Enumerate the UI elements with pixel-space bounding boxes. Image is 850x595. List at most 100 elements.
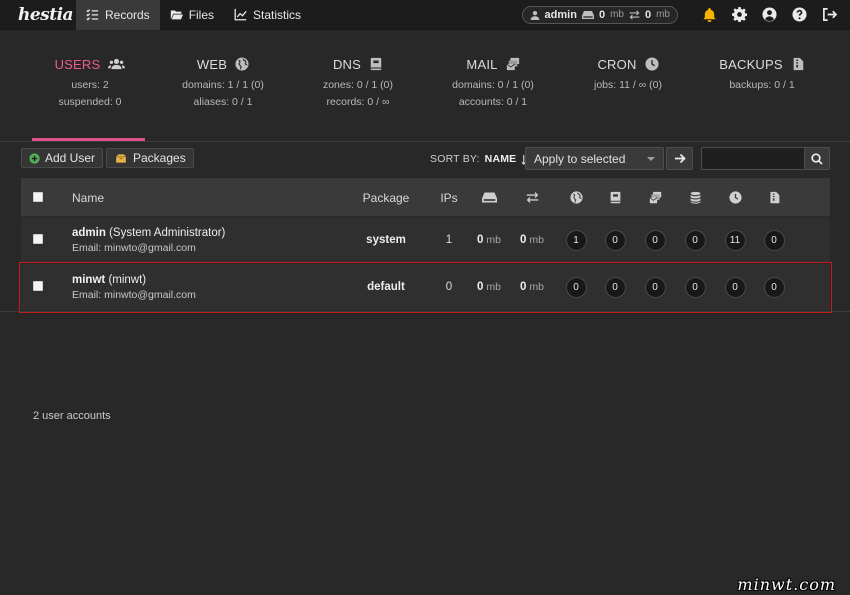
stat-users-title: USERS (54, 56, 101, 72)
dns-zones-count: 0 (604, 276, 626, 298)
nav-files-label: Files (188, 7, 215, 22)
exchange-icon (526, 192, 538, 203)
disk-value: 0 (477, 281, 484, 293)
user-disk: 0 mb (469, 264, 509, 310)
chevron-down-icon (647, 156, 655, 161)
book-icon (370, 57, 382, 71)
clock-icon (728, 191, 742, 204)
disk-usage-unit: mb (610, 9, 624, 20)
column-bandwidth (519, 178, 545, 217)
help-button[interactable] (784, 0, 814, 30)
notifications-button[interactable] (694, 0, 724, 30)
user-ips: 1 (445, 234, 453, 246)
stat-dns-line1: zones: 0 / 1 (0) (322, 79, 394, 91)
add-user-button[interactable]: Add User (21, 148, 104, 168)
nav-statistics-label: Statistics (253, 7, 302, 22)
column-disk (476, 178, 502, 217)
column-databases (684, 178, 706, 217)
column-name: Name (72, 190, 105, 205)
users-icon (108, 58, 126, 70)
bandwidth-unit: mb (529, 281, 544, 293)
column-mail (644, 178, 666, 217)
stat-mail-line2: accounts: 0 / 1 (458, 96, 528, 108)
watermark: minwt.com (737, 575, 836, 594)
username-link[interactable]: admin (72, 227, 106, 239)
stat-cron[interactable]: CRON jobs: 11 / ∞ (0) (558, 56, 698, 91)
stat-dns-line2: records: 0 / ∞ (326, 96, 390, 108)
folder-open-icon (170, 10, 183, 20)
user-name-cell: admin (System Administrator) Email: minw… (72, 226, 225, 256)
packages-label: Packages (133, 151, 186, 165)
sign-out-icon (822, 8, 837, 21)
mail-domains-count: 0 (644, 229, 666, 251)
nav-records[interactable]: Records (76, 0, 160, 30)
table-row[interactable]: minwt (minwt) Email: minwto@gmail.com de… (21, 264, 830, 310)
stat-web-title: WEB (196, 56, 228, 72)
stat-users-line2: suspended: 0 (58, 96, 122, 108)
stat-mail-line1: domains: 0 / 1 (0) (452, 79, 534, 91)
mail-domains-count: 0 (644, 276, 666, 298)
bulk-action-select[interactable]: Apply to selected (525, 147, 664, 170)
stat-web-line1: domains: 1 / 1 (0) (182, 79, 264, 91)
cron-jobs-count: 11 (724, 229, 746, 251)
select-all-checkbox[interactable] (33, 192, 43, 202)
disk-unit: mb (486, 234, 501, 246)
disk-unit: mb (486, 281, 501, 293)
hdd-icon (481, 192, 497, 203)
user-usage-pill[interactable]: admin 0 mb 0 mb (521, 5, 678, 24)
settings-button[interactable] (724, 0, 754, 30)
cron-jobs-count: 0 (724, 276, 746, 298)
gear-icon (731, 7, 747, 22)
search-input[interactable] (701, 147, 805, 170)
username-link[interactable]: minwt (72, 274, 105, 286)
user-account-button[interactable] (754, 0, 784, 30)
stat-web[interactable]: WEB domains: 1 / 1 (0) aliases: 0 / 1 (153, 56, 293, 108)
stat-backups[interactable]: BACKUPS backups: 0 / 1 (692, 56, 832, 90)
bandwidth-unit: mb (529, 234, 544, 246)
row-checkbox[interactable] (33, 281, 43, 291)
stat-dns[interactable]: DNS zones: 0 / 1 (0) records: 0 / ∞ (288, 56, 428, 108)
hdd-icon (581, 10, 594, 19)
row-checkbox[interactable] (33, 234, 43, 244)
stat-web-line2: aliases: 0 / 1 (193, 96, 253, 108)
bell-icon (702, 7, 716, 22)
databases-count: 0 (684, 276, 706, 298)
user-circle-icon (761, 7, 777, 22)
nav-records-label: Records (105, 7, 150, 22)
bandwidth-value: 0 (520, 234, 527, 246)
user-email: minwto@gmail.com (104, 289, 196, 301)
backups-count: 0 (763, 229, 785, 251)
search-icon (811, 152, 823, 165)
database-icon (690, 191, 700, 204)
hestia-logo[interactable]: hestia (0, 0, 76, 30)
globe-icon (235, 57, 249, 71)
user-icon (530, 10, 539, 20)
toolbar: Add User Packages SORT BY: NAME Apply to… (0, 142, 850, 178)
table-header: Name Package IPs (21, 178, 830, 217)
packages-button[interactable]: Packages (106, 148, 194, 168)
divider (0, 311, 850, 312)
nav-statistics[interactable]: Statistics (224, 0, 311, 30)
logout-button[interactable] (814, 0, 844, 30)
backups-count: 0 (763, 276, 785, 298)
apply-bulk-button[interactable] (666, 147, 693, 170)
file-archive-icon (793, 57, 804, 71)
search-button[interactable] (804, 147, 830, 170)
email-label: Email: (72, 242, 102, 254)
user-disk: 0 mb (469, 217, 509, 263)
clock-icon (644, 57, 659, 71)
list-check-icon (86, 9, 99, 21)
chart-line-icon (234, 8, 247, 21)
dns-zones-count: 0 (604, 229, 626, 251)
sort-by-control[interactable]: SORT BY: NAME (430, 153, 532, 165)
book-icon (610, 191, 620, 204)
user-name-cell: minwt (minwt) Email: minwto@gmail.com (72, 273, 196, 303)
bulk-action-value: Apply to selected (534, 151, 626, 166)
add-user-label: Add User (45, 151, 96, 165)
mail-bulk-icon (506, 57, 519, 71)
nav-files[interactable]: Files (160, 0, 224, 30)
stat-users[interactable]: USERS users: 2 suspended: 0 (20, 56, 160, 107)
table-row[interactable]: admin (System Administrator) Email: minw… (21, 217, 830, 263)
stat-mail[interactable]: MAIL domains: 0 / 1 (0) accounts: 0 / 1 (423, 56, 563, 108)
bandwidth-usage-value: 0 (644, 8, 652, 21)
